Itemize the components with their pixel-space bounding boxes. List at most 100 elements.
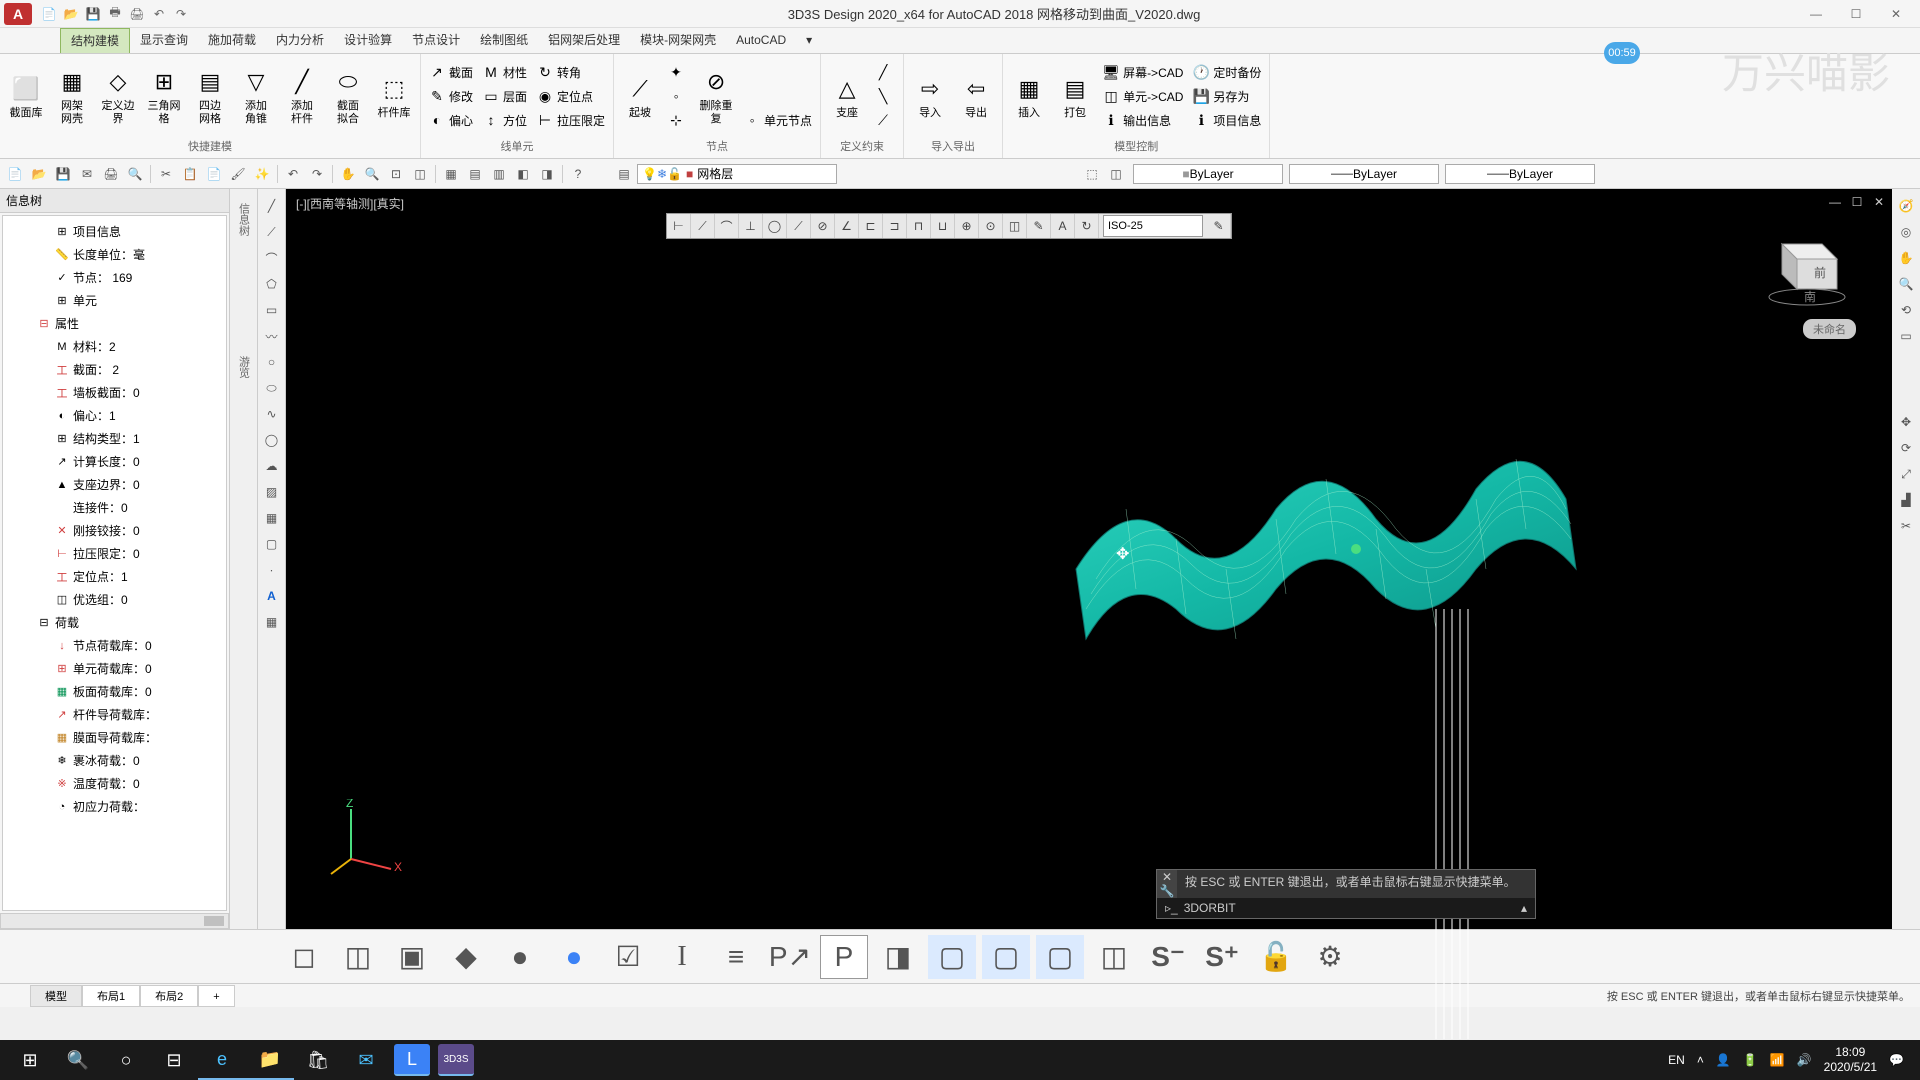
tree-item[interactable]: ⊞单元荷载库：0	[7, 657, 222, 680]
circle-icon[interactable]: ○	[261, 351, 283, 373]
ribbon-添加杆件[interactable]: ╱添加杆件	[280, 56, 324, 136]
qat-saveas[interactable]: 🖶	[105, 4, 125, 24]
dim-tol-icon[interactable]: ⊕	[955, 214, 979, 238]
tree-item[interactable]: ⊞项目信息	[7, 220, 222, 243]
view-conceptual-icon[interactable]: ●	[496, 935, 544, 979]
view-hidden-icon[interactable]: ▣	[388, 935, 436, 979]
sheet-layout2[interactable]: 布局2	[140, 985, 198, 1007]
zoom-win-icon[interactable]: ◫	[409, 163, 431, 185]
mail-icon[interactable]: ✉	[342, 1040, 390, 1080]
tab-node-design[interactable]: 节点设计	[402, 28, 470, 53]
dim-rad-icon[interactable]: ◯	[763, 214, 787, 238]
tree-item[interactable]: ❄裹冰荷载：0	[7, 749, 222, 772]
zoom-icon[interactable]: 🔍	[361, 163, 383, 185]
ribbon-截面库[interactable]: ⬜截面库	[4, 56, 48, 136]
tree-item[interactable]: ⊢拉压限定：0	[7, 542, 222, 565]
vbar-label-info[interactable]: 信息树	[236, 203, 252, 236]
poly-icon[interactable]: ⬠	[261, 273, 283, 295]
ribbon-截面[interactable]: ↗截面	[425, 60, 477, 84]
qat-print[interactable]: 🖨	[127, 4, 147, 24]
qprint-icon[interactable]: 🖨	[100, 163, 122, 185]
tree-item[interactable]: ◔初应力荷载：	[7, 795, 222, 818]
ribbon-截面拟合[interactable]: ⬭截面拟合	[326, 56, 370, 136]
layer-dropdown[interactable]: 💡❄🔓■ 网格层	[637, 164, 837, 184]
brush-icon[interactable]: ✨	[251, 163, 273, 185]
paste-icon[interactable]: 📄	[203, 163, 225, 185]
sheet-add[interactable]: +	[198, 985, 234, 1007]
rect-icon[interactable]: ▭	[261, 299, 283, 321]
ribbon-杆件库[interactable]: ⬚杆件库	[372, 56, 416, 136]
tray-clock[interactable]: 18:092020/5/21	[1824, 1045, 1877, 1075]
maximize-button[interactable]: ☐	[1836, 2, 1876, 26]
tab-alu-post[interactable]: 铝网架后处理	[538, 28, 630, 53]
store-icon[interactable]: 🛍	[294, 1040, 342, 1080]
dim-jog-icon[interactable]: ⟋	[787, 214, 811, 238]
ribbon-方位[interactable]: ↕方位	[479, 108, 531, 132]
tree-item[interactable]: ⊞结构类型：1	[7, 427, 222, 450]
dim-cont-icon[interactable]: ⊐	[883, 214, 907, 238]
tree-scroll-h[interactable]	[0, 913, 229, 929]
view-grid-icon[interactable]: P	[820, 935, 868, 979]
tab-autocad[interactable]: AutoCAD	[726, 28, 796, 53]
point-icon[interactable]: ∙	[261, 559, 283, 581]
ribbon-支座[interactable]: △支座	[825, 56, 869, 136]
tree-item[interactable]: ⊟属性	[7, 312, 222, 335]
tree-item[interactable]: ⊟荷载	[7, 611, 222, 634]
pan-icon[interactable]: ✋	[337, 163, 359, 185]
view-2dwire-icon[interactable]: ◻	[280, 935, 328, 979]
nav-pan-icon[interactable]: ✋	[1895, 247, 1917, 269]
spline-icon[interactable]: ∿	[261, 403, 283, 425]
ribbon-插入[interactable]: ▦插入	[1007, 56, 1051, 136]
curve-icon[interactable]: 〰	[261, 325, 283, 347]
vp-minimize-icon[interactable]: —	[1826, 193, 1844, 211]
arc-icon[interactable]: ⌒	[261, 247, 283, 269]
view-check-icon[interactable]: ☑	[604, 935, 652, 979]
zoom-ext-icon[interactable]: ⊡	[385, 163, 407, 185]
dim-aligned-icon[interactable]: ⟋	[691, 214, 715, 238]
ribbon-偏心[interactable]: ◐偏心	[425, 108, 477, 132]
qat-save[interactable]: 💾	[83, 4, 103, 24]
viewport-title[interactable]: [-][西南等轴测][真实]	[296, 195, 404, 212]
undo-icon[interactable]: ↶	[282, 163, 304, 185]
linetype-bylayer[interactable]: —— ByLayer	[1289, 164, 1439, 184]
qopen-icon[interactable]: 📂	[28, 163, 50, 185]
dim-ord-icon[interactable]: ⊥	[739, 214, 763, 238]
mod-scale-icon[interactable]: ⤢	[1895, 463, 1917, 485]
view-lines-icon[interactable]: ≡	[712, 935, 760, 979]
ribbon-拉压限定[interactable]: ⊢拉压限定	[533, 108, 609, 132]
viewcube-label[interactable]: 未命名	[1803, 319, 1856, 339]
ribbon-单元->CAD[interactable]: ◫单元->CAD	[1099, 84, 1187, 108]
dim-center-icon[interactable]: ⊙	[979, 214, 1003, 238]
dimstyle-edit-icon[interactable]: ✎	[1207, 214, 1231, 238]
view-join-icon[interactable]: ◫	[1090, 935, 1138, 979]
tree-item[interactable]: ↓节点荷载库：0	[7, 634, 222, 657]
dim-space-icon[interactable]: ⊓	[907, 214, 931, 238]
app-3d3s-icon[interactable]: 3D3S	[438, 1044, 474, 1076]
tab-more[interactable]: ▾	[796, 28, 822, 53]
layer-tool2-icon[interactable]: ◫	[1105, 163, 1127, 185]
nav-orbit-icon[interactable]: ⟲	[1895, 299, 1917, 321]
lineweight-bylayer[interactable]: —— ByLayer	[1445, 164, 1595, 184]
ribbon-[interactable]: ⊹	[664, 108, 692, 132]
ribbon-导出[interactable]: ⇦导出	[954, 56, 998, 136]
ribbon-材性[interactable]: M材性	[479, 60, 531, 84]
tree-item[interactable]: ※温度荷载：0	[7, 772, 222, 795]
dim-ang-icon[interactable]: ∠	[835, 214, 859, 238]
ellipse-icon[interactable]: ⬭	[261, 377, 283, 399]
match-icon[interactable]: 🖌	[227, 163, 249, 185]
pline-icon[interactable]: ⟋	[261, 221, 283, 243]
qat-open[interactable]: 📂	[61, 4, 81, 24]
dim-break-icon[interactable]: ⊔	[931, 214, 955, 238]
tray-people-icon[interactable]: 👤	[1716, 1053, 1731, 1067]
redo-icon[interactable]: ↷	[306, 163, 328, 185]
tool2-icon[interactable]: ▤	[464, 163, 486, 185]
tree-item[interactable]: 工定位点：1	[7, 565, 222, 588]
qpreview-icon[interactable]: 🔍	[124, 163, 146, 185]
tree-item[interactable]: ▦膜面导荷载库：	[7, 726, 222, 749]
ribbon-[interactable]: ✦	[664, 60, 692, 84]
search-button[interactable]: 🔍	[54, 1040, 102, 1080]
view-shaded-icon[interactable]: ●	[550, 935, 598, 979]
layer-btn-icon[interactable]: ▤	[613, 163, 635, 185]
qnew-icon[interactable]: 📄	[4, 163, 26, 185]
vp-close-icon[interactable]: ✕	[1870, 193, 1888, 211]
